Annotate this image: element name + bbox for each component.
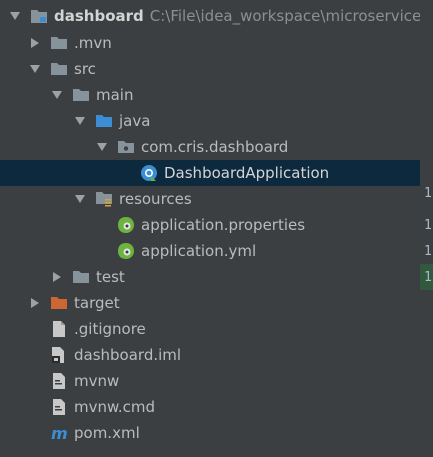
iml-file-icon	[50, 346, 68, 364]
folder-icon	[72, 268, 90, 286]
text-file-icon	[50, 320, 68, 338]
mvn-label: .mvn	[74, 34, 112, 52]
gutter-line-number: 1	[424, 185, 432, 201]
script-file-icon	[50, 372, 68, 390]
properties-label: application.properties	[141, 216, 306, 234]
package-label: com.cris.dashboard	[141, 138, 289, 156]
chevron-down-icon[interactable]	[50, 82, 64, 108]
chevron-right-icon[interactable]	[50, 264, 64, 290]
folder-icon	[50, 34, 68, 52]
root-path: C:\File\idea_workspace\microservice\d	[149, 7, 420, 25]
tree-row-package[interactable]: com.cris.dashboard	[0, 134, 420, 160]
excluded-folder-icon	[50, 294, 68, 312]
spring-config-icon	[117, 242, 135, 260]
chevron-down-icon[interactable]	[8, 3, 22, 29]
target-label: target	[74, 294, 120, 312]
app-class-label: DashboardApplication	[164, 164, 330, 182]
svg-text:m: m	[51, 425, 68, 441]
tree-row-test[interactable]: test	[0, 264, 420, 290]
tree-row-app-class[interactable]: DashboardApplication	[0, 160, 420, 186]
tree-row-iml[interactable]: dashboard.iml	[0, 342, 420, 368]
tree-row-main[interactable]: main	[0, 82, 420, 108]
tree-row-java[interactable]: java	[0, 108, 420, 134]
main-label: main	[96, 86, 134, 104]
tree-row-resources[interactable]: resources	[0, 186, 420, 212]
iml-label: dashboard.iml	[74, 346, 182, 364]
pom-label: pom.xml	[74, 424, 140, 442]
source-folder-icon	[95, 112, 113, 130]
cropped-row	[0, 450, 433, 457]
folder-icon	[50, 60, 68, 78]
maven-pom-icon: m	[50, 424, 68, 442]
tree-row-gitignore[interactable]: .gitignore	[0, 316, 420, 342]
script-file-icon	[50, 398, 68, 416]
gutter-line-number: 1	[424, 217, 432, 233]
tree-row-yml[interactable]: application.yml	[0, 238, 420, 264]
gutter-line-number: 1	[424, 243, 432, 259]
root-label: dashboard	[54, 7, 144, 25]
spring-config-icon	[117, 216, 135, 234]
tree-row-target[interactable]: target	[0, 290, 420, 316]
chevron-right-icon[interactable]	[28, 290, 42, 316]
yml-label: application.yml	[141, 242, 257, 260]
tree-row-pom[interactable]: m pom.xml	[0, 420, 420, 446]
chevron-right-icon[interactable]	[28, 30, 42, 56]
tree-row-root[interactable]: dashboard C:\File\idea_workspace\microse…	[0, 3, 420, 29]
test-label: test	[96, 268, 125, 286]
spring-boot-class-icon	[140, 164, 158, 182]
chevron-down-icon[interactable]	[28, 56, 42, 82]
tree-row-src[interactable]: src	[0, 56, 420, 82]
project-tree: dashboard C:\File\idea_workspace\microse…	[0, 0, 433, 457]
resources-folder-icon	[95, 190, 113, 208]
tree-row-mvnw[interactable]: mvnw	[0, 368, 420, 394]
mvnw-label: mvnw	[74, 372, 120, 390]
module-folder-icon	[30, 7, 48, 25]
chevron-down-icon[interactable]	[95, 134, 109, 160]
resources-label: resources	[119, 190, 192, 208]
package-icon	[117, 138, 135, 156]
src-label: src	[74, 60, 96, 78]
tree-row-properties[interactable]: application.properties	[0, 212, 420, 238]
tree-row-mvnw-cmd[interactable]: mvnw.cmd	[0, 394, 420, 420]
chevron-down-icon[interactable]	[73, 108, 87, 134]
mvnw-cmd-label: mvnw.cmd	[74, 398, 156, 416]
java-label: java	[119, 112, 151, 130]
folder-icon	[72, 86, 90, 104]
tree-row-mvn[interactable]: .mvn	[0, 30, 420, 56]
chevron-down-icon[interactable]	[73, 186, 87, 212]
gitignore-label: .gitignore	[74, 320, 146, 338]
gutter-line-number: 1	[424, 269, 432, 285]
